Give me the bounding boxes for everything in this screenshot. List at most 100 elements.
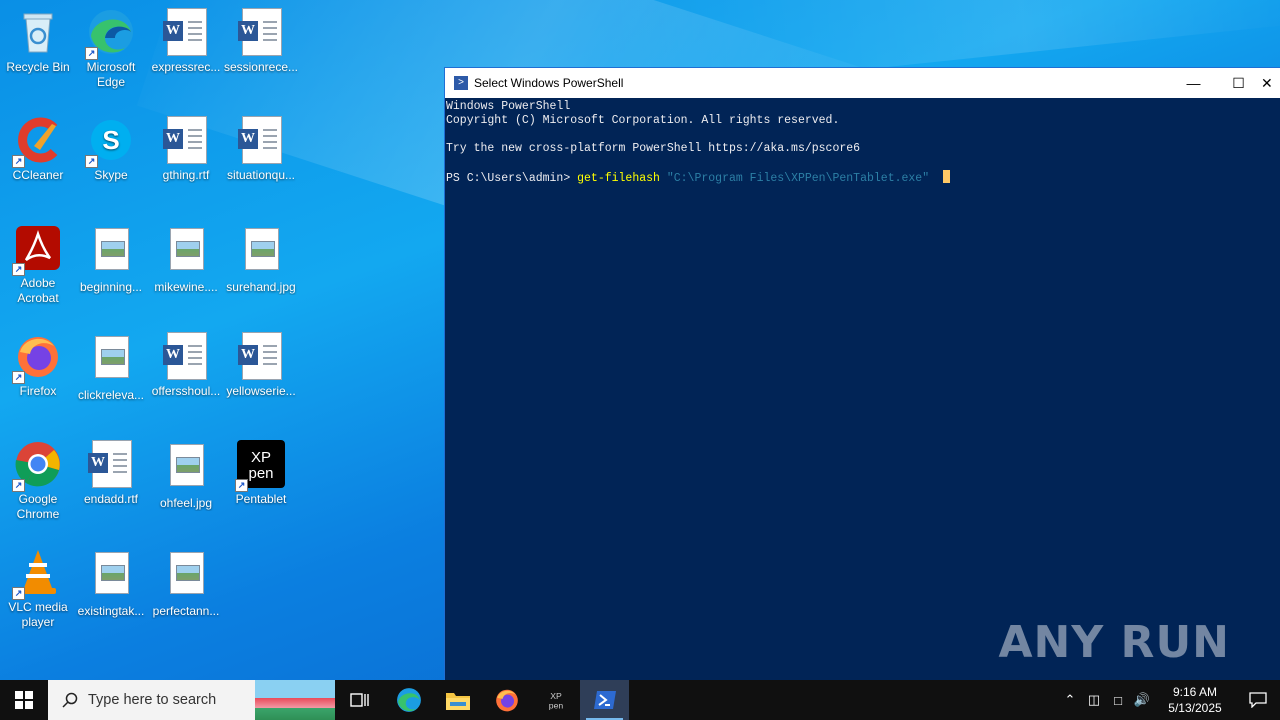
powershell-window[interactable]: > Select Windows PowerShell — ☐ ✕ Window…	[444, 67, 1280, 680]
powershell-icon	[593, 691, 616, 709]
chrome-icon: ↗	[12, 440, 62, 492]
console-line: Copyright (C) Microsoft Corporation. All…	[446, 114, 840, 127]
text-cursor	[942, 170, 950, 183]
notifications-button[interactable]	[1236, 692, 1280, 708]
word-doc-icon: W	[237, 8, 285, 56]
svg-text:XP: XP	[251, 449, 271, 466]
desktop-icon-word-doc[interactable]: W expressrec...	[148, 8, 224, 75]
network-icon[interactable]: □	[1106, 693, 1130, 708]
shortcut-arrow-icon: ↗	[12, 479, 25, 492]
desktop-icon-recycle-bin[interactable]: Recycle Bin	[0, 8, 76, 75]
icon-label: CCleaner	[12, 168, 64, 182]
desktop-icon-image-file[interactable]: surehand.jpg	[223, 224, 299, 295]
task-view-button[interactable]	[335, 680, 384, 720]
desktop-icon-word-doc[interactable]: W yellowserie...	[223, 332, 299, 399]
desktop-icon-firefox[interactable]: ↗ Firefox	[0, 332, 76, 399]
volume-icon[interactable]: 🔊	[1130, 692, 1154, 708]
device-icon[interactable]: ◫	[1082, 692, 1106, 708]
xppen-icon: XPpen	[548, 691, 563, 711]
desktop-icon-image-file[interactable]: beginning...	[73, 224, 149, 295]
desktop-icon-image-file[interactable]: clickreleva...	[73, 332, 149, 403]
recycle-bin-icon	[14, 8, 62, 56]
taskbar-firefox[interactable]	[482, 680, 531, 720]
image-file-icon	[162, 228, 210, 276]
folder-icon	[445, 693, 470, 710]
desktop-icon-word-doc[interactable]: W situationqu...	[223, 116, 299, 183]
icon-label: perfectann...	[152, 604, 220, 618]
window-titlebar[interactable]: > Select Windows PowerShell — ☐ ✕	[445, 68, 1280, 98]
search-icon	[62, 692, 78, 708]
desktop-icon-image-file[interactable]: perfectann...	[148, 548, 224, 619]
edge-icon: ↗	[85, 8, 135, 60]
clock-date: 5/13/2025	[1168, 701, 1222, 715]
minimize-button[interactable]: —	[1171, 68, 1216, 98]
vlc-icon: ↗	[12, 548, 62, 600]
icon-label: beginning...	[79, 280, 143, 294]
shortcut-arrow-icon: ↗	[85, 155, 98, 168]
start-button[interactable]	[0, 680, 48, 720]
clock[interactable]: 9:16 AM 5/13/2025	[1154, 684, 1236, 716]
icon-label: Recycle Bin	[6, 60, 70, 74]
taskbar-file-explorer[interactable]	[433, 680, 482, 720]
powershell-icon: >	[454, 76, 468, 90]
image-file-icon	[87, 336, 135, 384]
edge-icon	[396, 688, 421, 712]
icon-label: sessionrece...	[223, 60, 299, 74]
desktop-icon-word-doc[interactable]: W endadd.rtf	[73, 440, 149, 507]
desktop-icon-pentablet[interactable]: XP pen ↗ Pentablet	[223, 440, 299, 507]
desktop-icon-image-file[interactable]: existingtak...	[73, 548, 149, 619]
word-doc-icon: W	[87, 440, 135, 488]
desktop-icon-word-doc[interactable]: W sessionrece...	[223, 8, 299, 75]
icon-label: existingtak...	[77, 604, 145, 618]
shortcut-arrow-icon: ↗	[235, 479, 248, 492]
chevron-up-icon[interactable]: ⌃	[1058, 692, 1082, 708]
word-doc-icon: W	[162, 8, 210, 56]
icon-label: expressrec...	[151, 60, 221, 74]
taskbar-powershell[interactable]	[580, 680, 629, 720]
shortcut-arrow-icon: ↗	[85, 47, 98, 60]
desktop-icon-word-doc[interactable]: W gthing.rtf	[148, 116, 224, 183]
icon-label: Firefox	[19, 384, 57, 398]
desktop-icon-microsoft-edge[interactable]: ↗ Microsoft Edge	[73, 8, 149, 90]
console-output[interactable]: Windows PowerShell Copyright (C) Microso…	[445, 98, 1280, 186]
shortcut-arrow-icon: ↗	[12, 263, 25, 276]
taskbar-pentablet[interactable]: XP pen	[531, 680, 580, 720]
close-button[interactable]: ✕	[1261, 68, 1280, 98]
desktop-icon-vlc[interactable]: ↗ VLC media player	[0, 548, 76, 630]
maximize-button[interactable]: ☐	[1216, 68, 1261, 98]
notification-icon	[1249, 692, 1267, 708]
svg-text:pen: pen	[548, 701, 563, 711]
anyrun-watermark: ANY RUN	[998, 617, 1230, 668]
icon-label: endadd.rtf	[83, 492, 139, 506]
console-line: Windows PowerShell	[446, 100, 571, 113]
taskbar-edge[interactable]	[384, 680, 433, 720]
skype-icon: S ↗	[85, 116, 135, 168]
console-command: get-filehash	[577, 172, 660, 185]
icon-label: yellowserie...	[226, 384, 296, 398]
icon-label: VLC media player	[8, 600, 68, 629]
image-file-icon	[162, 552, 210, 600]
taskbar-search-box[interactable]: Type here to search	[48, 680, 335, 720]
icon-label: ohfeel.jpg	[159, 496, 213, 510]
desktop-icon-word-doc[interactable]: W offersshoul...	[148, 332, 224, 399]
word-doc-icon: W	[162, 332, 210, 380]
word-doc-icon: W	[237, 332, 285, 380]
icon-label: mikewine....	[154, 280, 218, 294]
word-doc-icon: W	[237, 116, 285, 164]
desktop-icon-image-file[interactable]: ohfeel.jpg	[148, 440, 224, 511]
desktop-icon-image-file[interactable]: mikewine....	[148, 224, 224, 295]
console-line: Try the new cross-platform PowerShell ht…	[446, 142, 861, 155]
console-prompt: PS C:\Users\admin>	[446, 172, 578, 185]
firefox-icon	[495, 689, 518, 712]
icon-label: Adobe Acrobat	[17, 276, 59, 305]
image-file-icon	[87, 552, 135, 600]
desktop-icon-ccleaner[interactable]: ↗ CCleaner	[0, 116, 76, 183]
desktop-icon-adobe-acrobat[interactable]: ↗ Adobe Acrobat	[0, 224, 76, 306]
icon-label: surehand.jpg	[226, 280, 296, 294]
desktop-icon-google-chrome[interactable]: ↗ Google Chrome	[0, 440, 76, 522]
shortcut-arrow-icon: ↗	[12, 371, 25, 384]
desktop-icon-skype[interactable]: S ↗ Skype	[73, 116, 149, 183]
icon-label: clickreleva...	[77, 388, 145, 402]
shortcut-arrow-icon: ↗	[12, 155, 25, 168]
task-view-icon	[349, 693, 369, 707]
